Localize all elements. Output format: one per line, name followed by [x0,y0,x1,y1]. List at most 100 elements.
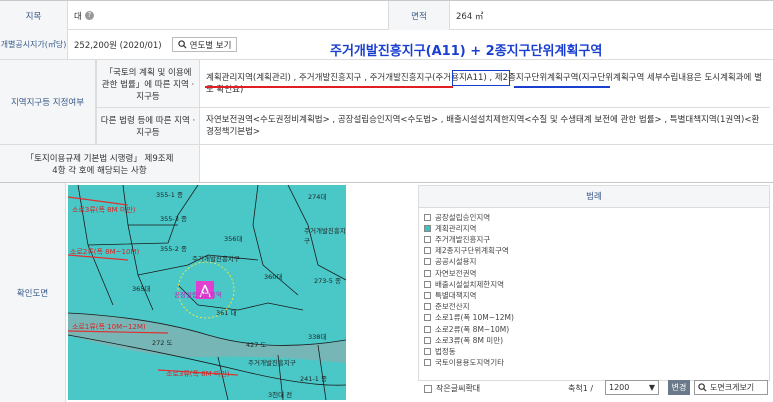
legend-swatch [424,235,431,243]
zoning-row: 지역지구등 지정여부 「국토의 계획 및 이용에 관한 법률」에 따른 지역 ·… [0,60,773,182]
legend-swatch [424,291,431,299]
road-label: 소로3류(폭 8M 미만) [72,206,136,214]
legend-swatch [424,269,431,277]
price-text: 252,200원 (2020/01) [74,40,162,51]
legend-label: 계획관리지역 [435,223,477,233]
help-icon[interactable]: ? [84,11,94,20]
legend-swatch [424,325,431,333]
area-value: 264 ㎡ [456,11,484,22]
legend-swatch [424,359,431,367]
area-header: 면적 [388,1,450,30]
parcel-label: 355-1 종 [156,191,183,199]
legend-label: 자연보전권역 [435,268,477,278]
site-label: 공장설립승인지역 [174,291,222,299]
legend-label: 소로2류(폭 8M~10M) [435,324,510,334]
legend-swatch [424,303,431,311]
parcel-label: 주거개발진흥지구 [248,359,296,367]
scale-label: 축척1 / [568,384,594,393]
legend-label: 법정동 [435,346,456,356]
legend-item: 소로3류(폭 8M 미만) [424,335,503,345]
year-view-label: 연도별 보기 [189,40,232,51]
legend-item: 소로1류(폭 10M~12M) [424,313,514,323]
parcel-label: 355-3 종 [160,215,187,223]
parcel-label: 주거개발진흥지구 [304,227,346,245]
scale-select[interactable]: 1200 ▼ [605,380,659,395]
legend-label: 주거개발진흥지구 [435,234,491,244]
legend-swatch [424,347,431,355]
small-text-toggle[interactable]: 작은글씨확대 [424,383,480,394]
chevron-down-icon: ▼ [648,383,655,392]
annotation-red-underline [205,86,453,88]
parcel-label: 356대 [224,235,243,243]
parcel-label: 427 도 [246,341,267,349]
legend-label: 공장설립승인지역 [435,212,491,222]
search-icon [177,40,187,49]
legend-item: 자연보전권역 [424,268,476,278]
legend-item: 소로2류(폭 8M~10M) [424,324,509,334]
legend-swatch [424,258,431,266]
legend-swatch [424,314,431,322]
enforcement-header: 「토지이용규제 기본법 시행령」 제9조제4항 각 호에 해당되는 사항 [0,144,200,182]
legend-label: 소로3류(폭 8M 미만) [435,335,504,345]
legend-swatch [424,280,431,288]
road-label: 소로1류(폭 10M~12M) [72,323,146,331]
map-section: 확인도면 355-1 종 355-3 종 355-2 종 274대 356대 3… [0,182,773,402]
legend-item: 법정동 [424,346,456,356]
parcel-label: 3천대 전 [268,391,293,399]
legend-swatch [424,247,431,255]
zoom-icon [698,383,707,392]
parcel-label: 365대 [132,285,151,293]
land-category-text: 대 [74,11,82,22]
legend-item: 주거개발진흥지구 [424,234,490,244]
zoning-section-header: 지역지구등 지정여부 [0,60,96,144]
parcel-label: 361 대 [216,309,237,317]
other-law-value: 자연보전권역<수도권정비계획법> , 공장설립승인지역<수도법> , 배출시설설… [206,115,760,137]
road-label: 소로2류(폭 8M~10M) [70,248,140,256]
zoning-overlay-text: 주거개발진흥지구(A11) + 2종지구단위계획구역 [330,44,603,59]
land-category-row: 지목 대 ? 면적 264 ㎡ [0,0,773,30]
legend-swatch [424,336,431,344]
parcel-label: 274대 [308,193,327,201]
other-law-header: 다른 법령 등에 따른 지역 · 지구등 [96,108,200,144]
cadastral-map[interactable]: 355-1 종 355-3 종 355-2 종 274대 356대 360대 3… [68,185,346,400]
parcel-label: 355-2 종 [160,245,187,253]
land-category-header: 지목 [0,1,68,30]
parcel-label: 338대 [308,333,327,341]
parcel-label: 360대 [264,273,283,281]
legend-item: 국토이용용도지역기타 [424,358,504,368]
legend-label: 배출시설설치제한지역 [435,279,504,289]
enforcement-value [200,144,773,182]
legend-title: 범례 [419,186,769,208]
legend-label: 특별대책지역 [435,290,477,300]
enlarge-map-label: 도면크게보기 [710,383,755,392]
legend-label: 국토이용용도지역기타 [435,358,504,368]
legend-swatch [424,213,431,221]
parcel-label: 주거개발진흥지구 [192,255,240,263]
year-view-button[interactable]: 연도별 보기 [171,37,238,52]
legend-item: 제2종지구단위계획구역 [424,246,509,256]
legend-label: 소로1류(폭 10M~12M) [435,313,514,323]
price-value: 252,200원 (2020/01) 연도별 보기 [68,30,368,59]
annotation-blue-underline [514,86,610,88]
map-section-header: 확인도면 [0,183,66,402]
legend-item: 공장설립승인지역 [424,212,490,222]
change-button[interactable]: 변경 [668,380,690,395]
land-category-value: 대 ? [68,1,388,30]
parcel-label: 273-5 종 [314,277,341,285]
parcel-label: 241-1 종 [300,375,327,383]
legend-label: 준보전산지 [435,302,470,312]
national-law-header: 「국토의 계획 및 이용에 관한 법률」에 따른 지역 · 지구등 [96,60,200,108]
enlarge-map-button[interactable]: 도면크게보기 [694,380,768,395]
legend-item: 배출시설설치제한지역 [424,279,504,289]
road-label: 소로3류(폭 8M 미만) [166,370,230,378]
legend-item: 준보전산지 [424,302,470,312]
legend-item: 공공시설용지 [424,257,476,267]
legend-swatch [424,224,431,232]
small-text-label: 작은글씨확대 [436,384,481,393]
scale-value: 1200 [609,383,630,392]
parcel-label: 272 도 [152,339,173,347]
checkbox-icon[interactable] [424,384,432,393]
legend-item: 특별대책지역 [424,290,476,300]
annotation-blue-box [452,70,510,86]
price-header: 개별공시지가(㎡당) [0,30,68,59]
